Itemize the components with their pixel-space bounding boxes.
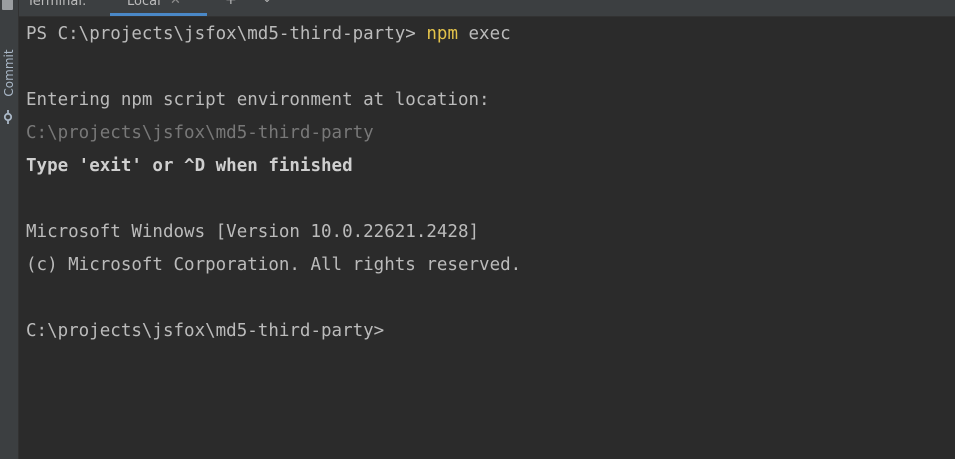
command-args: exec bbox=[457, 24, 511, 44]
terminal-output[interactable]: PS C:\projects\jsfox\md5-third-party> np… bbox=[19, 17, 955, 459]
copyright-line: (c) Microsoft Corporation. All rights re… bbox=[26, 255, 522, 275]
commit-tool-button[interactable]: Commit bbox=[0, 44, 18, 124]
active-tab-indicator bbox=[110, 13, 207, 16]
prompt-text: PS C:\projects\jsfox\md5-third-party> bbox=[26, 24, 427, 44]
final-prompt: C:\projects\jsfox\md5-third-party> bbox=[26, 321, 385, 341]
close-icon[interactable]: ✕ bbox=[170, 0, 181, 8]
terminal-tab-bar: Terminal: Local ✕ + ⌄ bbox=[19, 0, 955, 17]
prompt-line: PS C:\projects\jsfox\md5-third-party> np… bbox=[26, 24, 511, 44]
entering-message: Entering npm script environment at locat… bbox=[26, 90, 490, 110]
commit-label: Commit bbox=[2, 49, 16, 97]
command-name: npm bbox=[426, 24, 458, 44]
tab-local-label: Local bbox=[127, 0, 161, 9]
commit-icon bbox=[3, 110, 13, 124]
project-icon[interactable] bbox=[2, 0, 13, 10]
terminal-title: Terminal: bbox=[27, 0, 87, 9]
exit-hint: Type 'exit' or ^D when finished bbox=[26, 156, 353, 176]
left-tool-strip: Commit bbox=[0, 0, 19, 459]
tab-local[interactable]: Local ✕ bbox=[110, 0, 207, 16]
ide-terminal-window: Commit Terminal: Local ✕ + ⌄ PS C:\proje… bbox=[0, 0, 955, 459]
add-tab-icon[interactable]: + bbox=[225, 0, 237, 8]
location-path: C:\projects\jsfox\md5-third-party bbox=[26, 123, 374, 143]
windows-version: Microsoft Windows [Version 10.0.22621.24… bbox=[26, 222, 480, 242]
chevron-down-icon[interactable]: ⌄ bbox=[262, 0, 272, 5]
